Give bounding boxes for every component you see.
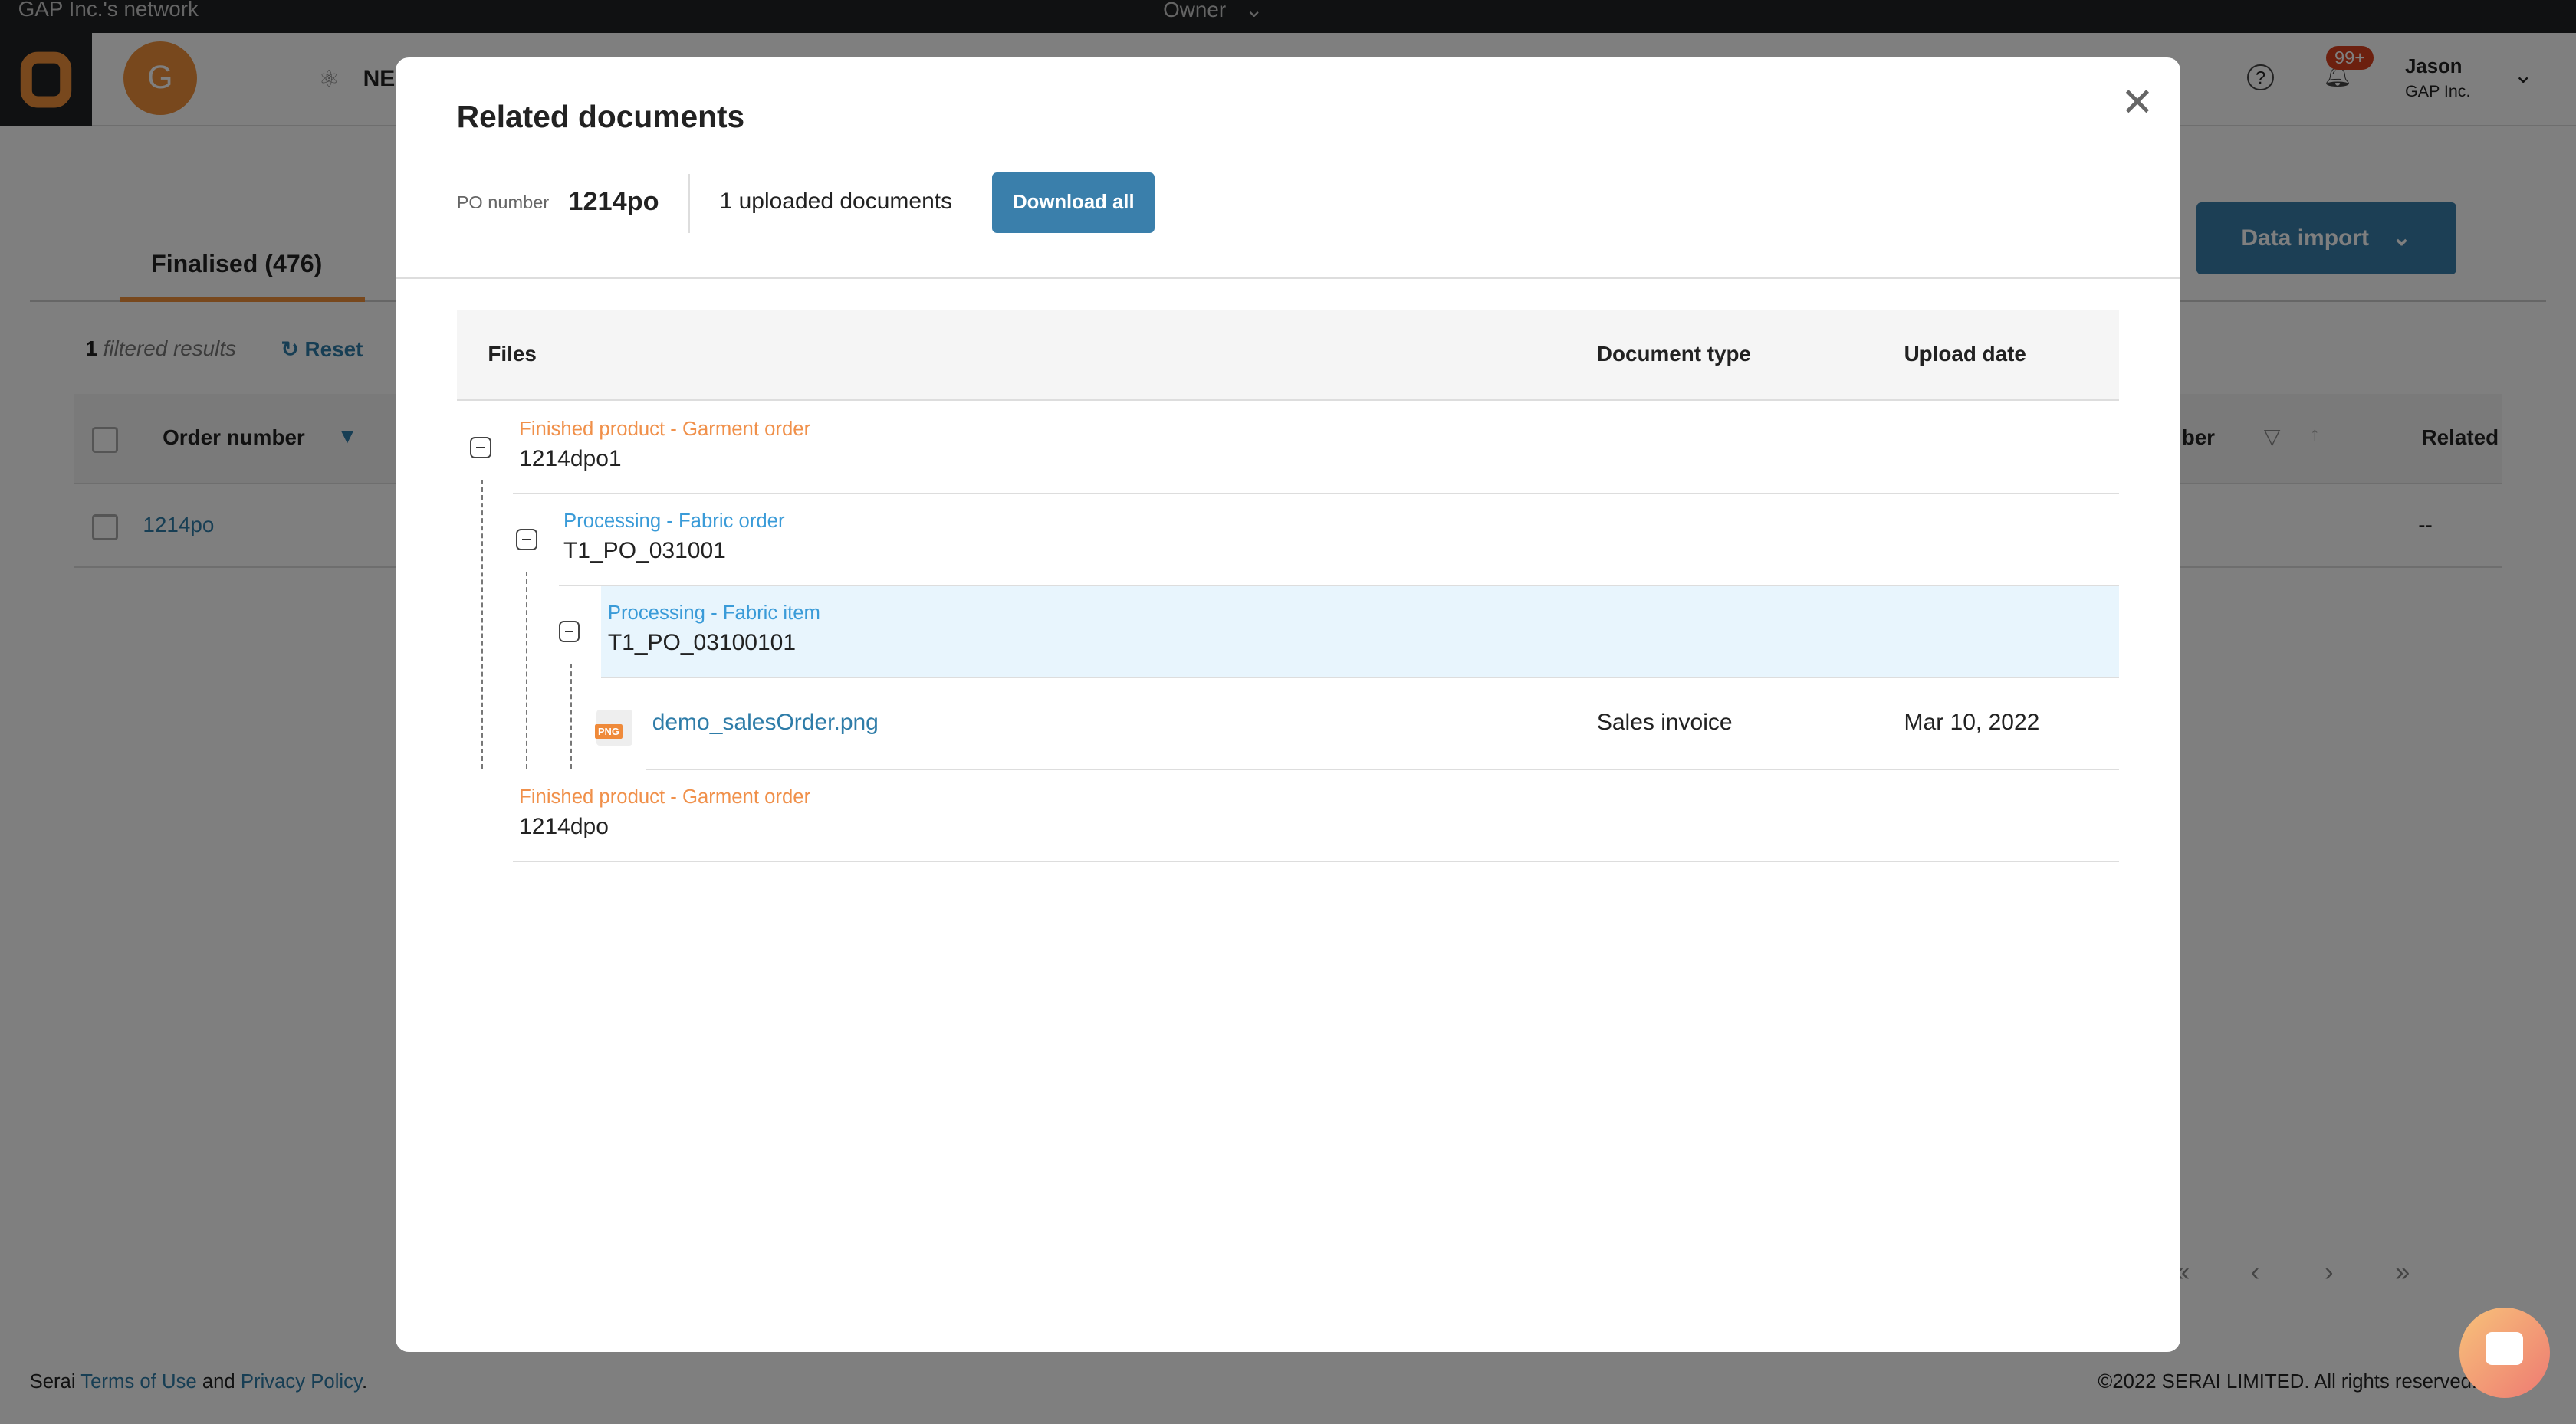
uploaded-count: 1 uploaded documents — [719, 189, 953, 215]
chat-bubble-icon — [2486, 1331, 2524, 1365]
row-category: Finished product - Garment order — [519, 786, 811, 809]
upload-date: Mar 10, 2022 — [1904, 709, 2040, 735]
tree-row-garment-order[interactable]: Finished product - Garment order 1214dpo — [512, 770, 2120, 862]
tree-row-fabric-order[interactable]: Processing - Fabric order T1_PO_031001 — [515, 494, 2120, 586]
png-file-icon: PNG — [594, 709, 632, 746]
col-files: Files — [488, 341, 537, 366]
row-category: Processing - Fabric order — [563, 510, 785, 533]
tree-row-fabric-item[interactable]: Processing - Fabric item T1_PO_03100101 — [558, 586, 2120, 678]
tree-row-garment-order[interactable]: Finished product - Garment order 1214dpo… — [469, 402, 2120, 494]
close-icon[interactable]: ✕ — [2121, 79, 2154, 126]
modal-title: Related documents — [456, 98, 745, 134]
collapse-toggle-icon[interactable] — [558, 621, 580, 642]
po-label: PO number — [456, 192, 550, 212]
po-value: 1214po — [568, 187, 659, 217]
col-upload-date: Upload date — [1904, 341, 2026, 366]
chat-button[interactable] — [2459, 1307, 2550, 1398]
download-all-label: Download all — [1013, 192, 1135, 214]
tree-connector — [525, 571, 527, 769]
row-code: 1214dpo1 — [519, 445, 622, 471]
tree-connector — [481, 479, 483, 769]
tree-connector — [570, 663, 572, 769]
download-all-button[interactable]: Download all — [992, 172, 1155, 234]
document-type: Sales invoice — [1596, 709, 1733, 735]
file-row[interactable]: PNG demo_salesOrder.png Sales invoice Ma… — [594, 678, 2120, 770]
file-badge: PNG — [594, 723, 623, 740]
row-code: T1_PO_03100101 — [607, 629, 797, 655]
col-document-type: Document type — [1596, 341, 1751, 366]
related-documents-modal: Related documents ✕ PO number 1214po 1 u… — [396, 57, 2180, 1352]
row-category: Processing - Fabric item — [607, 602, 820, 625]
collapse-toggle-icon[interactable] — [515, 529, 537, 550]
row-code: 1214dpo — [519, 813, 609, 839]
row-category: Finished product - Garment order — [519, 418, 811, 441]
row-code: T1_PO_031001 — [563, 537, 726, 563]
header-divider — [396, 277, 2180, 280]
documents-table-header: Files Document type Upload date — [456, 310, 2120, 401]
collapse-toggle-icon[interactable] — [469, 437, 491, 458]
divider — [688, 174, 690, 234]
file-link[interactable]: demo_salesOrder.png — [652, 710, 879, 736]
